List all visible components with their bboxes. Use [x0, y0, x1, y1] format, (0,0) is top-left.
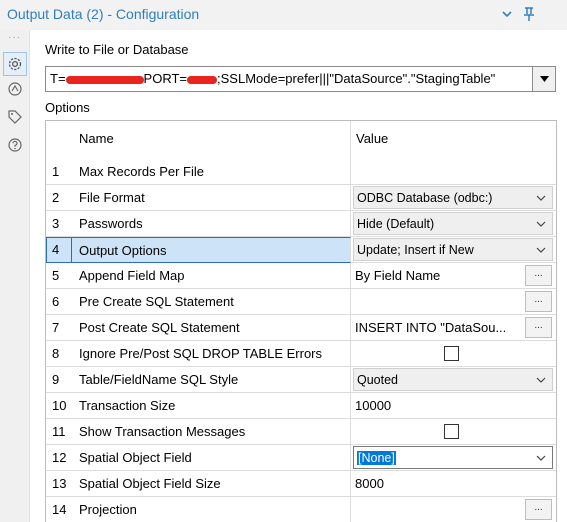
output-options-dropdown[interactable]: Update; Insert if New	[353, 238, 553, 261]
option-name: Ignore Pre/Post SQL DROP TABLE Errors	[72, 341, 351, 367]
passwords-dropdown[interactable]: Hide (Default)	[353, 212, 553, 235]
chevron-down-icon	[536, 195, 546, 201]
max-records-input[interactable]	[351, 159, 556, 185]
option-name: Projection	[72, 497, 351, 522]
name-column-header: Name	[72, 121, 351, 159]
table-row[interactable]: 3 Passwords Hide (Default)	[46, 211, 556, 237]
ignore-drop-errors-checkbox[interactable]	[444, 346, 459, 361]
row-number: 10	[46, 393, 72, 419]
row-number: 12	[46, 445, 72, 471]
option-name: Max Records Per File	[72, 159, 351, 185]
row-number: 9	[46, 367, 72, 393]
row-number: 2	[46, 185, 72, 211]
table-row[interactable]: 14 Projection ...	[46, 497, 556, 522]
redaction-mark	[65, 75, 144, 84]
table-row[interactable]: 6 Pre Create SQL Statement ...	[46, 289, 556, 315]
spatial-object-field-dropdown[interactable]: [None]	[353, 446, 553, 469]
table-row[interactable]: 2 File Format ODBC Database (odbc:)	[46, 185, 556, 211]
table-row-selected[interactable]: 4 Output Options Update; Insert if New	[46, 237, 556, 263]
chevron-down-icon	[536, 377, 546, 383]
value-column-header: Value	[356, 131, 389, 146]
row-number: 8	[46, 341, 72, 367]
row-number: 13	[46, 471, 72, 497]
write-section-label: Write to File or Database	[45, 42, 189, 57]
row-number: 14	[46, 497, 72, 522]
connection-string-input[interactable]: T= PORT= ;SSLMode=prefer|||"DataSource"."S…	[45, 66, 533, 92]
file-format-dropdown[interactable]: ODBC Database (odbc:)	[353, 186, 553, 209]
chevron-down-icon	[536, 455, 546, 461]
connection-dropdown-button[interactable]	[533, 66, 556, 92]
options-grid: Name Value 1 Max Records Per File 2 File…	[45, 120, 557, 522]
table-row[interactable]: 7 Post Create SQL Statement INSERT INTO …	[46, 315, 556, 341]
option-name: Append Field Map	[72, 263, 351, 289]
connection-prefix: T=	[50, 71, 66, 86]
table-row[interactable]: 1 Max Records Per File	[46, 159, 556, 185]
chevron-down-icon	[536, 221, 546, 227]
table-row[interactable]: 11 Show Transaction Messages	[46, 419, 556, 445]
row-number: 11	[46, 419, 72, 445]
table-row[interactable]: 10 Transaction Size 10000	[46, 393, 556, 419]
table-row[interactable]: 13 Spatial Object Field Size 8000	[46, 471, 556, 497]
post-create-sql-button[interactable]: ...	[525, 317, 552, 338]
row-number: 3	[46, 211, 72, 237]
option-name: Pre Create SQL Statement	[72, 289, 351, 315]
grid-header: Name Value	[46, 121, 556, 159]
title-bar: Output Data (2) - Configuration	[0, 0, 567, 30]
option-name: Spatial Object Field Size	[72, 471, 351, 497]
chevron-down-icon	[536, 247, 546, 253]
table-row[interactable]: 12 Spatial Object Field [None]	[46, 445, 556, 471]
dropdown-arrow-icon	[539, 76, 549, 82]
row-number: 1	[46, 159, 72, 185]
redaction-mark	[187, 75, 218, 84]
tool-sidebar: ···	[0, 30, 30, 522]
append-field-map-button[interactable]: ...	[525, 265, 552, 286]
help-icon[interactable]	[6, 136, 24, 154]
option-name: Output Options	[72, 237, 351, 263]
table-row[interactable]: 9 Table/FieldName SQL Style Quoted	[46, 367, 556, 393]
gear-icon[interactable]	[3, 52, 27, 76]
transaction-size-input[interactable]: 10000	[351, 393, 556, 419]
tag-icon[interactable]	[6, 108, 24, 126]
connection-mid: PORT=	[143, 71, 188, 86]
window-title: Output Data (2) - Configuration	[7, 6, 200, 22]
sql-style-dropdown[interactable]: Quoted	[353, 368, 553, 391]
spatial-field-size-input[interactable]: 8000	[351, 471, 556, 497]
connection-suffix: ;SSLMode=prefer|||"DataSource"."StagingT…	[217, 71, 496, 86]
option-name: Table/FieldName SQL Style	[72, 367, 351, 393]
options-label: Options	[45, 100, 90, 115]
table-row[interactable]: 5 Append Field Map By Field Name ...	[46, 263, 556, 289]
row-number: 6	[46, 289, 72, 315]
option-name: Passwords	[72, 211, 351, 237]
pre-create-sql-button[interactable]: ...	[525, 291, 552, 312]
chevron-down-icon[interactable]	[498, 5, 516, 23]
compass-icon[interactable]	[6, 80, 24, 98]
row-number: 4	[46, 237, 72, 263]
row-number: 7	[46, 315, 72, 341]
option-name: Show Transaction Messages	[72, 419, 351, 445]
append-field-map-value: By Field Name	[355, 268, 441, 283]
show-transaction-messages-checkbox[interactable]	[444, 424, 459, 439]
more-dots-icon: ···	[8, 32, 21, 43]
option-name: File Format	[72, 185, 351, 211]
post-create-sql-value: INSERT INTO "DataSou...	[355, 320, 507, 335]
row-number: 5	[46, 263, 72, 289]
option-name: Post Create SQL Statement	[72, 315, 351, 341]
table-row[interactable]: 8 Ignore Pre/Post SQL DROP TABLE Errors	[46, 341, 556, 367]
pin-icon[interactable]	[520, 5, 538, 23]
projection-button[interactable]: ...	[525, 499, 552, 520]
option-name: Spatial Object Field	[72, 445, 351, 471]
option-name: Transaction Size	[72, 393, 351, 419]
